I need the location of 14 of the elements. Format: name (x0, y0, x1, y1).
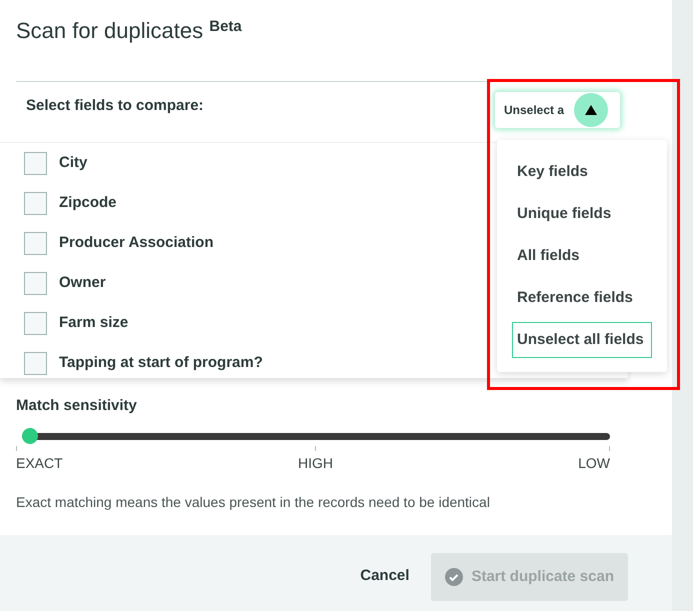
sensitivity-label: Match sensitivity (16, 397, 137, 414)
tick-label: HIGH (298, 454, 333, 473)
field-label: Zipcode (59, 192, 117, 213)
fields-heading: Select fields to compare: (26, 97, 204, 114)
tick-label: LOW (578, 454, 610, 473)
sensitivity-description: Exact matching means the values present in the records need to be identical (16, 493, 491, 512)
field-label: City (59, 152, 88, 173)
tick-label: EXACT (16, 454, 63, 473)
field-label: Owner (59, 272, 106, 293)
beta-label: Beta (209, 18, 242, 34)
dialog-title: Scan for duplicates $^{Beta}$ (16, 16, 243, 45)
field-label: Farm size (59, 312, 128, 333)
field-label: Tapping at start of program? (59, 352, 263, 373)
field-label: Producer Association (59, 232, 214, 253)
